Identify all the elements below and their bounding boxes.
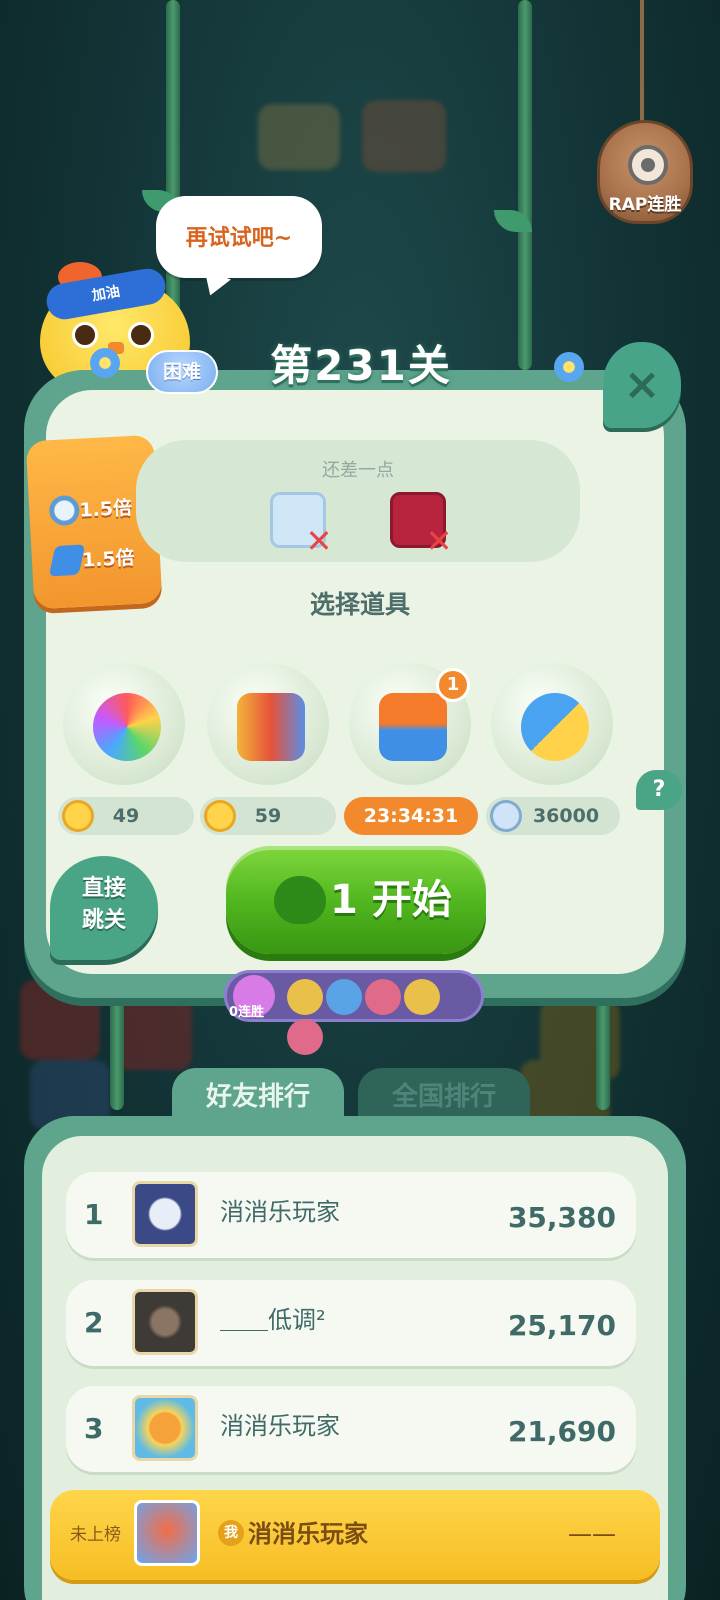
rap-badge-rope (640, 0, 644, 130)
vine-lower-right (596, 1000, 610, 1110)
prop-plus3-timer: 23:34:31 (344, 797, 478, 835)
tab-friends-ranking[interactable]: 好友排行 (172, 1068, 344, 1126)
prop-rocket-bundle-price: 59 (200, 797, 336, 835)
silver-coin-icon (490, 800, 522, 832)
rocket-bundle-icon (237, 693, 305, 761)
my-ranking-row[interactable]: 未上榜 我 消消乐玩家 —— (50, 1490, 660, 1580)
my-player-name: 消消乐玩家 (248, 1520, 368, 1548)
player-score: 35,380 (507, 1201, 616, 1234)
energy-heart-icon (274, 876, 326, 924)
rainbow-owl-icon (93, 693, 161, 761)
vine-right (518, 0, 532, 370)
me-badge: 我 (218, 1520, 244, 1546)
start-button-label: 1 开始 (330, 877, 452, 923)
owl-pet-icon (365, 979, 401, 1015)
difficulty-label: 困难 (162, 361, 201, 383)
props-help-button[interactable]: ? (636, 770, 682, 810)
missing-x-icon: ✕ (305, 522, 333, 560)
avatar (132, 1395, 198, 1461)
streak-pets (287, 979, 481, 1059)
prop-swap-pets-price: 36000 (486, 797, 620, 835)
ranking-row[interactable]: 3 消消乐玩家 21,690 (66, 1386, 636, 1472)
player-name: 消消乐玩家 (220, 1198, 340, 1226)
prop-quantity-badge: 1 (436, 668, 470, 702)
skip-level-button[interactable]: 直接 跳关 (50, 856, 158, 960)
prop-rainbow-owl[interactable] (60, 660, 188, 788)
ranking-row[interactable]: 2 ＿＿低调² 25,170 (66, 1280, 636, 1366)
missing-targets-box: 还差一点 ✕ ✕ (136, 440, 580, 562)
speech-bubble-text: 再试试吧~ (185, 226, 293, 251)
ranking-row[interactable]: 1 消消乐玩家 35,380 (66, 1172, 636, 1258)
my-score: —— (568, 1520, 616, 1548)
bonus-row-coin: 1.5倍 (48, 489, 150, 530)
bonus-coin-value: 1.5倍 (78, 497, 133, 522)
rank-number: 3 (84, 1412, 104, 1445)
player-name: 消消乐玩家 (220, 1412, 340, 1440)
difficulty-badge: 困难 (146, 350, 218, 394)
level-title: 第231关 (270, 341, 452, 390)
chick-pet-icon (287, 979, 323, 1015)
avatar (134, 1500, 200, 1566)
flower-decoration (554, 352, 584, 382)
plus3-moves-icon (379, 693, 447, 761)
skip-level-line1: 直接 (81, 876, 126, 901)
flower-decoration (90, 348, 120, 378)
vine-lower-left (110, 1000, 124, 1110)
my-rank-status: 未上榜 (70, 1525, 121, 1545)
rap-streak-label: RAP连胜 (608, 195, 682, 215)
rank-number: 1 (84, 1198, 104, 1231)
skip-level-line2: 跳关 (81, 908, 126, 933)
gold-coin-icon (204, 800, 236, 832)
chick-eye-left (72, 322, 98, 348)
prop-price-value: 36000 (532, 805, 600, 827)
speech-bubble: 再试试吧~ (156, 196, 322, 278)
lightning-icon (48, 544, 86, 577)
player-name: ＿＿低调² (220, 1306, 326, 1334)
jelly-block-icon: ✕ (390, 492, 452, 557)
prop-rocket-bundle[interactable] (204, 660, 332, 788)
prop-timer-value: 23:34:31 (363, 805, 459, 827)
bonus-row-energy: 1.5倍 (48, 539, 153, 580)
avatar (132, 1289, 198, 1355)
player-score: 25,170 (507, 1309, 616, 1342)
close-icon: × (623, 359, 661, 410)
speaker-icon (628, 145, 668, 185)
player-score: 21,690 (507, 1415, 616, 1448)
chick-eye-right (128, 322, 154, 348)
choose-props-title: 选择道具 (309, 590, 410, 619)
avatar (132, 1181, 198, 1247)
ice-block-icon: ✕ (270, 492, 332, 557)
close-button[interactable]: × (603, 342, 681, 428)
prop-price-value: 49 (112, 805, 140, 827)
missing-targets-title: 还差一点 (322, 460, 394, 481)
chick-pet-icon (404, 979, 440, 1015)
gold-coin-icon (62, 800, 94, 832)
prop-price-value: 59 (254, 805, 282, 827)
bonus-energy-value: 1.5倍 (81, 546, 136, 572)
rank-number: 2 (84, 1306, 104, 1339)
prop-rainbow-owl-price: 49 (58, 797, 194, 835)
streak-label: 0连胜 (229, 1005, 265, 1020)
missing-x-icon: ✕ (425, 522, 453, 560)
blue-pet-icon (326, 979, 362, 1015)
prop-swap-pets[interactable] (488, 660, 616, 788)
rap-streak-badge[interactable]: RAP连胜 (597, 120, 693, 224)
coin-ring-icon (48, 494, 81, 527)
owl-pet-icon (287, 1019, 323, 1055)
streak-bar[interactable]: 0连胜 (224, 970, 484, 1055)
swap-pets-icon (521, 693, 589, 761)
start-button[interactable]: 1 开始 (226, 846, 486, 954)
